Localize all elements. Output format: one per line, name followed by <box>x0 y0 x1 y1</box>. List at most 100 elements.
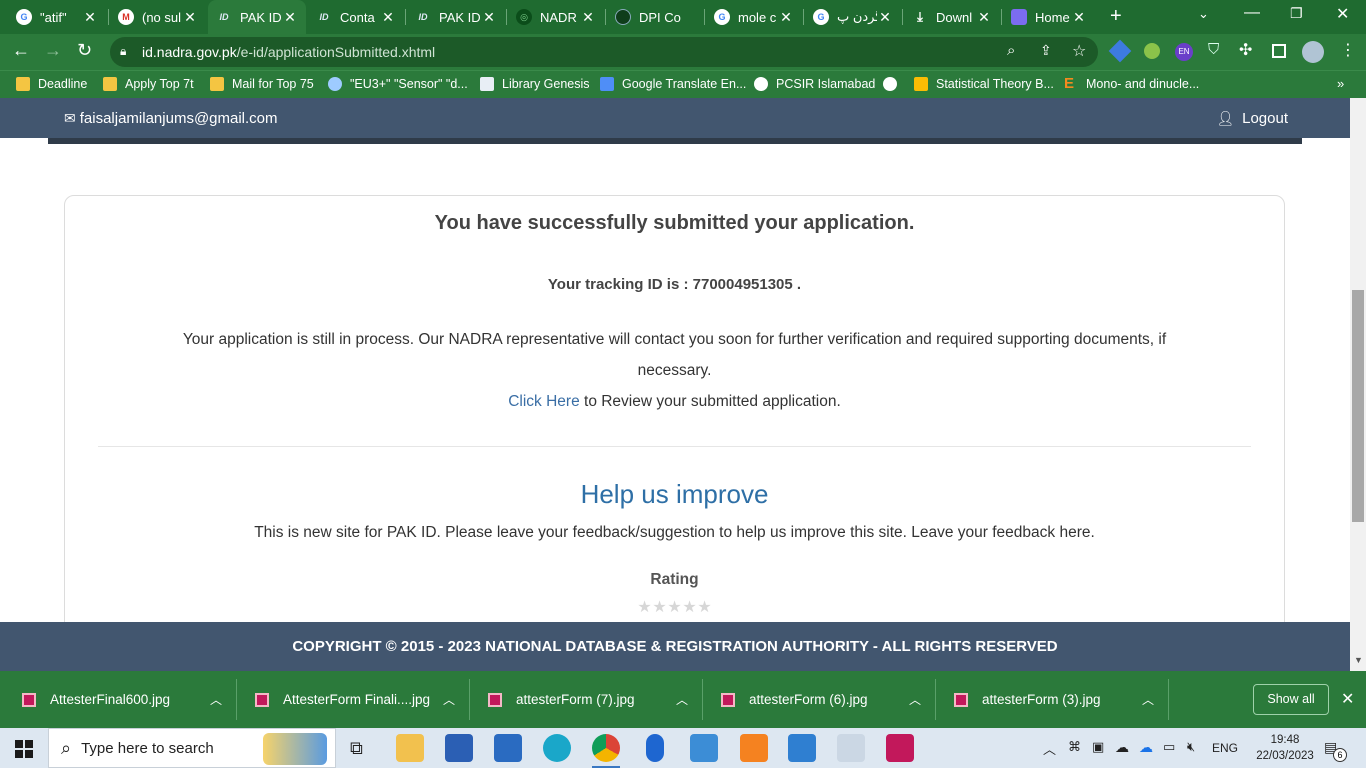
close-icon[interactable]: ✕ <box>580 9 596 26</box>
tab-nadra[interactable]: ◎ NADR ✕ <box>508 2 604 32</box>
close-icon[interactable]: ✕ <box>82 9 98 26</box>
chevron-up-icon[interactable]: ︿ <box>210 691 222 708</box>
bookmark-statistical[interactable]: Statistical Theory B... <box>914 77 1054 91</box>
tab-mole[interactable]: G mole c ✕ <box>706 2 802 32</box>
bookmark-eu3[interactable]: "EU3+" "Sensor" "d... <box>328 77 468 91</box>
bookmark-deadline[interactable]: Deadline <box>16 77 87 91</box>
rating-stars[interactable]: ★★★★★ <box>65 599 1284 617</box>
download-item[interactable]: attesterForm (6).jpg ︿ <box>721 671 931 728</box>
tab-home[interactable]: Home ✕ <box>1003 2 1095 32</box>
word-doc-icon[interactable] <box>690 734 718 762</box>
bookmark-translate[interactable]: Google Translate En... <box>600 77 746 91</box>
star-icon[interactable]: ★ <box>682 600 697 616</box>
shield-icon[interactable]: ⛉ <box>1208 41 1219 58</box>
bookmark-mono[interactable]: E Mono- and dinucle... <box>1064 76 1199 91</box>
page-scrollbar[interactable]: ▼ <box>1350 98 1366 671</box>
task-view-icon[interactable]: ⧉ <box>350 738 363 759</box>
pdf-app-icon[interactable] <box>740 734 768 762</box>
close-icon[interactable]: ✕ <box>877 9 893 26</box>
star-icon[interactable]: ★ <box>637 600 652 616</box>
side-panel-icon[interactable] <box>1272 44 1286 58</box>
network-icon[interactable]: ⌘ <box>1068 739 1081 755</box>
bookmark-mail[interactable]: Mail for Top 75 <box>210 77 314 91</box>
bookmark-libgen[interactable]: Library Genesis <box>480 77 590 91</box>
star-icon[interactable]: ★ <box>697 600 712 616</box>
image-viewer-icon[interactable] <box>886 734 914 762</box>
chevron-up-icon[interactable]: ︿ <box>676 691 688 708</box>
chevron-up-icon[interactable]: ︿ <box>443 691 455 708</box>
store-icon[interactable] <box>445 734 473 762</box>
download-item[interactable]: AttesterFinal600.jpg ︿ <box>22 671 232 728</box>
extension-globe-icon[interactable] <box>1144 43 1160 59</box>
close-icon[interactable]: ✕ <box>380 9 396 26</box>
tab-urdu[interactable]: G گردن پ ✕ <box>805 2 901 32</box>
tab-gmail[interactable]: M (no sul ✕ <box>110 2 206 32</box>
chevron-up-icon[interactable]: ︿ <box>909 691 921 708</box>
bookmark-globe[interactable] <box>883 77 905 91</box>
bluetooth-icon[interactable] <box>646 734 664 762</box>
chevron-up-icon[interactable]: ︿ <box>1142 691 1154 708</box>
share-icon[interactable]: ⇪ <box>1040 42 1052 59</box>
download-item[interactable]: attesterForm (7).jpg ︿ <box>488 671 698 728</box>
mail-icon[interactable] <box>494 734 522 762</box>
close-icon[interactable]: ✕ <box>976 9 992 26</box>
zoom-icon[interactable]: ⌕ <box>1007 42 1015 59</box>
download-item[interactable]: attesterForm (3).jpg ︿ <box>954 671 1164 728</box>
volume-muted-icon[interactable]: 🔇︎ <box>1187 739 1195 755</box>
clock[interactable]: 19:48 22/03/2023 <box>1254 732 1316 764</box>
reload-button[interactable]: ↻ <box>77 40 92 61</box>
more-bookmarks-icon[interactable]: » <box>1337 76 1344 91</box>
avatar[interactable] <box>1302 41 1324 63</box>
extension-icon[interactable] <box>1108 39 1132 63</box>
star-icon[interactable]: ★ <box>652 600 667 616</box>
tab-dpi[interactable]: DPI Co <box>607 2 705 32</box>
tray-chevron-up-icon[interactable]: ︿ <box>1043 739 1056 758</box>
tab-download[interactable]: ⤓ Downl ✕ <box>904 2 1000 32</box>
edge-icon[interactable] <box>543 734 571 762</box>
bookmark-pcsir[interactable]: PCSIR Islamabad <box>754 77 875 91</box>
file-explorer-icon[interactable] <box>396 734 424 762</box>
close-downloads-icon[interactable]: ✕ <box>1341 689 1354 709</box>
logout-link[interactable]: 👤︎ Logout <box>1216 110 1288 127</box>
language-extension-icon[interactable]: EN <box>1175 43 1193 61</box>
photos-icon[interactable] <box>788 734 816 762</box>
close-icon[interactable]: ✕ <box>182 9 198 26</box>
star-icon[interactable]: ★ <box>667 600 682 616</box>
back-button[interactable]: ← <box>12 40 30 61</box>
review-link[interactable]: Click Here <box>508 393 579 410</box>
windows-start-icon[interactable] <box>15 740 33 758</box>
cloud-icon[interactable]: ☁ <box>1115 739 1129 756</box>
device-icon[interactable]: ▣ <box>1092 739 1104 755</box>
scroll-down-arrow[interactable]: ▼ <box>1354 655 1363 665</box>
tab-pak-id-active[interactable]: ID PAK ID ✕ <box>208 0 306 34</box>
onedrive-icon[interactable]: ☁ <box>1139 739 1153 756</box>
address-bar[interactable]: 🔒︎ id.nadra.gov.pk/e-id/applicationSubmi… <box>110 37 1098 67</box>
tab-pak-id-2[interactable]: ID PAK ID ✕ <box>407 2 505 32</box>
tab-atif[interactable]: G "atif" ✕ <box>8 2 106 32</box>
image-file-icon <box>721 692 735 707</box>
close-icon[interactable]: ✕ <box>282 9 298 26</box>
menu-icon[interactable]: ⋮ <box>1340 40 1356 60</box>
bookmark-star-icon[interactable]: ☆ <box>1072 41 1086 61</box>
close-icon[interactable]: ✕ <box>778 9 794 26</box>
paint-icon[interactable] <box>837 734 865 762</box>
battery-icon[interactable]: ▭ <box>1163 739 1175 755</box>
extensions-puzzle-icon[interactable]: ✣ <box>1239 40 1252 60</box>
download-item[interactable]: AttesterForm Finali....jpg ︿ <box>255 671 465 728</box>
language-indicator[interactable]: ENG <box>1212 741 1238 755</box>
minimize-button[interactable]: — <box>1244 4 1260 22</box>
tab-search-icon[interactable]: ⌄ <box>1198 6 1209 22</box>
bookmark-apply[interactable]: Apply Top 7t <box>103 77 194 91</box>
process-text-line2: necessary. <box>637 362 712 379</box>
show-all-button[interactable]: Show all <box>1253 684 1329 715</box>
restore-button[interactable]: ❐ <box>1290 5 1303 22</box>
forward-button[interactable]: → <box>44 40 62 61</box>
tab-contact[interactable]: ID Conta ✕ <box>308 2 404 32</box>
chrome-icon[interactable] <box>592 734 620 762</box>
new-tab-button[interactable]: + <box>1110 5 1122 28</box>
close-icon[interactable]: ✕ <box>1071 9 1087 26</box>
close-icon[interactable]: ✕ <box>481 9 497 26</box>
close-window-button[interactable]: ✕ <box>1336 4 1349 24</box>
taskbar-search[interactable]: ⌕ Type here to search <box>48 728 336 768</box>
scrollbar-thumb[interactable] <box>1352 290 1364 522</box>
